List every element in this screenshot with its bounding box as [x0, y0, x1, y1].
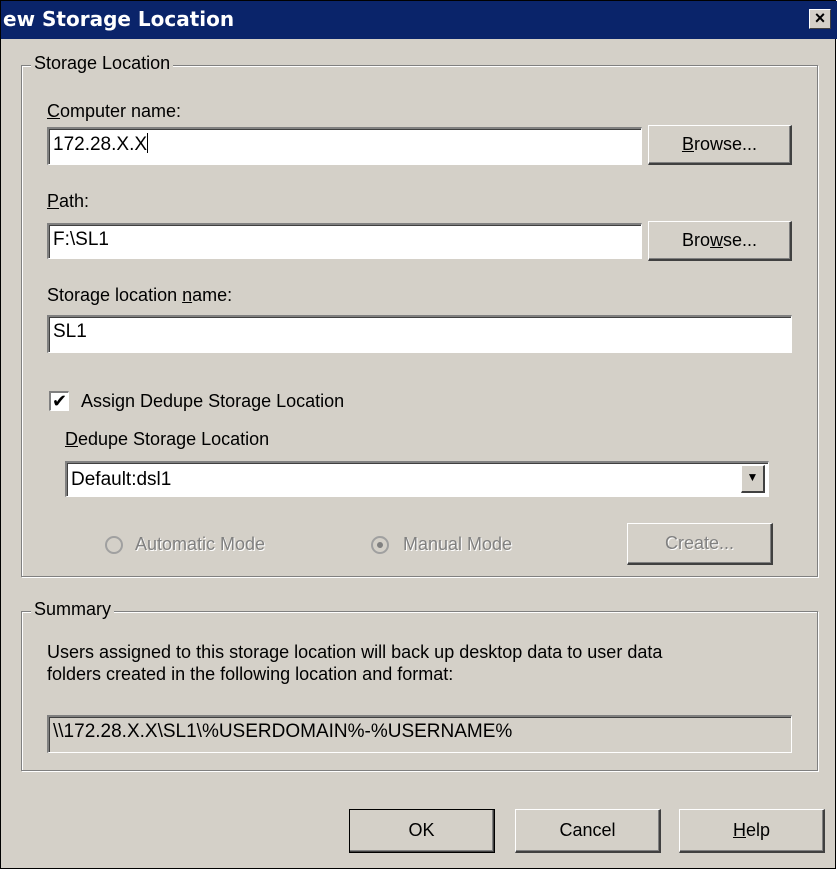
close-button[interactable]: × — [809, 9, 831, 29]
close-icon: × — [814, 8, 826, 28]
summary-description-line2: folders created in the following locatio… — [47, 664, 454, 684]
cancel-button[interactable]: Cancel — [515, 809, 661, 853]
summary-description-line1: Users assigned to this storage location … — [47, 642, 663, 662]
computer-name-label: Computer name: — [47, 101, 182, 121]
computer-name-input[interactable]: 172.28.X.X — [47, 127, 642, 165]
summary-group-label: Summary — [31, 599, 115, 620]
create-button-label: Create... — [664, 533, 735, 553]
ok-button-label: OK — [408, 820, 435, 840]
summary-path-field: \\172.28.X.X\SL1\%USERDOMAIN%-%USERNAME% — [47, 715, 792, 753]
automatic-mode-label: Automatic Mode — [135, 534, 266, 554]
storage-location-name-label: Storage location name: — [47, 285, 233, 305]
computer-name-value: 172.28.X.X — [53, 134, 148, 155]
browse-path-button[interactable]: Browse... — [648, 221, 792, 261]
cancel-button-label: Cancel — [559, 820, 616, 840]
dedupe-storage-location-select[interactable]: Default:dsl1 — [65, 461, 769, 497]
dedupe-storage-location-value: Default:dsl1 — [71, 469, 172, 490]
storage-location-group-label: Storage Location — [31, 53, 174, 74]
ok-button[interactable]: OK — [349, 809, 495, 853]
manual-mode-radio[interactable] — [371, 536, 389, 554]
summary-description: Users assigned to this storage location … — [47, 641, 662, 685]
automatic-mode-radio[interactable] — [105, 536, 123, 554]
radio-selected-dot — [377, 542, 383, 548]
assign-dedupe-label[interactable]: Assign Dedupe Storage Location — [81, 391, 344, 412]
chevron-down-icon: ▼ — [746, 470, 759, 484]
path-input[interactable]: F:\SL1 — [47, 223, 642, 259]
browse-computer-button[interactable]: Browse... — [648, 125, 792, 165]
dialog-title: ew Storage Location — [3, 7, 235, 31]
summary-path-value: \\172.28.X.X\SL1\%USERDOMAIN%-%USERNAME% — [53, 721, 513, 742]
create-button[interactable]: Create... — [627, 523, 773, 565]
storage-location-name-value: SL1 — [53, 321, 87, 342]
dedupe-storage-location-label: Dedupe Storage Location — [65, 429, 270, 449]
path-value: F:\SL1 — [53, 229, 109, 250]
storage-location-name-input[interactable]: SL1 — [47, 315, 792, 353]
text-caret — [147, 133, 149, 153]
title-bar[interactable]: ew Storage Location × — [1, 1, 837, 39]
manual-mode-label: Manual Mode — [403, 534, 513, 554]
path-label: Path: — [47, 191, 90, 211]
new-storage-location-dialog: ew Storage Location × Storage Location C… — [0, 0, 837, 869]
assign-dedupe-checkbox[interactable]: ✔ — [49, 391, 69, 411]
checkmark-icon: ✔ — [51, 391, 68, 411]
dropdown-arrow-button[interactable]: ▼ — [741, 465, 765, 493]
help-button[interactable]: Help — [679, 809, 825, 853]
